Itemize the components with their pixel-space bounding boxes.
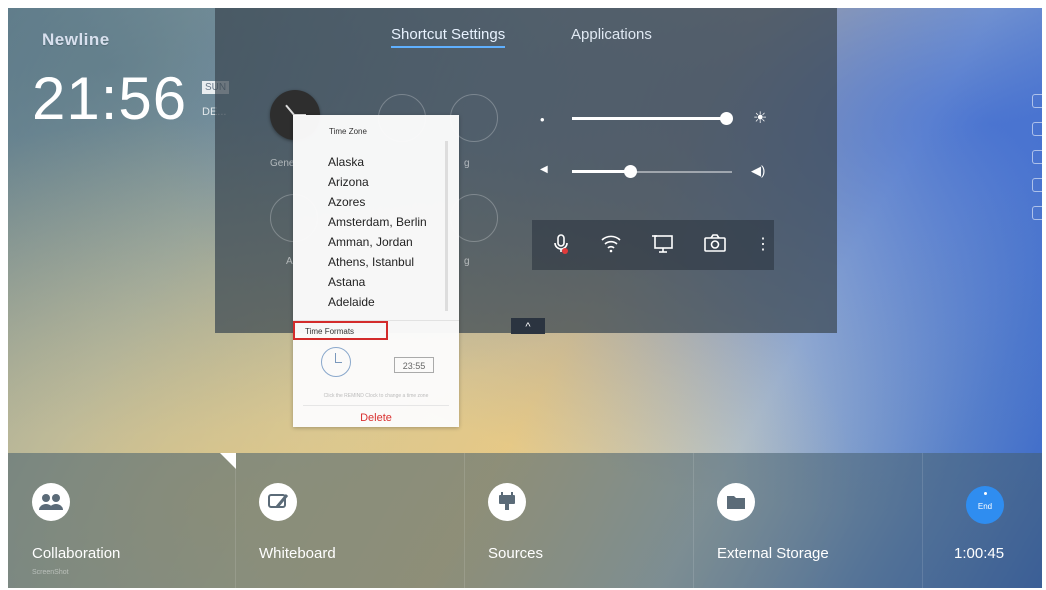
- dock-item-sources[interactable]: Sources: [464, 453, 694, 588]
- folder-icon: [717, 483, 755, 521]
- mic-muted-icon[interactable]: [548, 233, 574, 257]
- session-timer: 1:00:45: [954, 545, 1005, 562]
- brightness-high-icon: ☀: [753, 110, 768, 127]
- timezone-item[interactable]: Athens, Istanbul: [328, 252, 427, 272]
- timezone-item[interactable]: Adelaide: [328, 292, 427, 312]
- dock-item-collaboration[interactable]: Collaboration ScreenShot: [8, 453, 236, 588]
- side-tool-icon[interactable]: [1032, 122, 1042, 136]
- pen-icon: [259, 483, 297, 521]
- digital-clock-format[interactable]: 23:55: [394, 357, 434, 373]
- timezone-item[interactable]: Amsterdam, Berlin: [328, 212, 427, 232]
- side-tool-icon[interactable]: [1032, 206, 1042, 220]
- more-vertical-icon[interactable]: ⋮: [750, 233, 776, 257]
- brightness-slider[interactable]: [572, 109, 733, 129]
- corner-indicator: [220, 453, 236, 469]
- divider: [303, 405, 449, 406]
- dock-sublabel: ScreenShot: [32, 569, 69, 576]
- dock-label: Sources: [488, 545, 544, 562]
- volume-slider[interactable]: [572, 162, 732, 182]
- dock-label: Collaboration: [32, 545, 121, 562]
- time-formats-label: Time Formats: [293, 321, 388, 340]
- desktop-screen: Newline 21:56 SUN DE... Shortcut Setting…: [8, 8, 1042, 588]
- slider-knob[interactable]: [624, 165, 637, 178]
- dock-item-external-storage[interactable]: External Storage: [693, 453, 923, 588]
- tab-applications[interactable]: Applications: [571, 26, 652, 43]
- shortcut-label: A: [286, 256, 293, 267]
- delete-button[interactable]: Delete: [293, 412, 459, 424]
- slider-knob[interactable]: [720, 112, 733, 125]
- timezone-popup: Time Zone Alaska Arizona Azores Amsterda…: [293, 115, 459, 427]
- timezone-title: Time Zone: [329, 127, 367, 136]
- side-toolbar: [1032, 94, 1042, 234]
- wifi-icon[interactable]: [598, 233, 624, 257]
- timezone-hint: Click the REMIND Clock to change a time …: [323, 393, 429, 399]
- brand-logo: Newline: [42, 30, 110, 49]
- shortcut-label: g: [464, 158, 470, 169]
- slider-fill: [572, 170, 630, 173]
- timezone-item[interactable]: Arizona: [328, 172, 427, 192]
- brightness-low-icon: •: [540, 112, 545, 127]
- sources-icon: [488, 483, 526, 521]
- timezone-list: Alaska Arizona Azores Amsterdam, Berlin …: [328, 152, 427, 312]
- side-tool-icon[interactable]: [1032, 94, 1042, 108]
- shortcut-label: Gene: [270, 158, 295, 169]
- timezone-scrollbar[interactable]: [445, 141, 448, 311]
- clock-time: 21:56: [32, 65, 188, 132]
- timezone-item[interactable]: Alaska: [328, 152, 427, 172]
- recording-dot-icon: [984, 492, 987, 495]
- dock-label: Whiteboard: [259, 545, 336, 562]
- timezone-item[interactable]: Azores: [328, 192, 427, 212]
- side-tool-icon[interactable]: [1032, 150, 1042, 164]
- analog-clock-format-icon[interactable]: [321, 347, 351, 377]
- volume-high-icon: ◀): [751, 163, 766, 178]
- side-tool-icon[interactable]: [1032, 178, 1042, 192]
- collaboration-icon: [32, 483, 70, 521]
- tab-shortcut-settings[interactable]: Shortcut Settings: [391, 26, 506, 48]
- camera-icon[interactable]: [702, 233, 728, 257]
- timezone-item[interactable]: Astana: [328, 272, 427, 292]
- dock-label: External Storage: [717, 545, 829, 562]
- screen-cast-icon[interactable]: [650, 233, 676, 257]
- volume-low-icon: ◀: [540, 164, 548, 175]
- bottom-dock: Collaboration ScreenShot Whiteboard Sour…: [8, 453, 1042, 588]
- slider-fill: [572, 117, 726, 120]
- dock-item-whiteboard[interactable]: Whiteboard: [235, 453, 465, 588]
- shortcut-label: g: [464, 256, 470, 267]
- timezone-item[interactable]: Amman, Jordan: [328, 232, 427, 252]
- collapse-panel-button[interactable]: ^: [511, 318, 545, 334]
- quick-action-bar: ⋮: [532, 220, 774, 270]
